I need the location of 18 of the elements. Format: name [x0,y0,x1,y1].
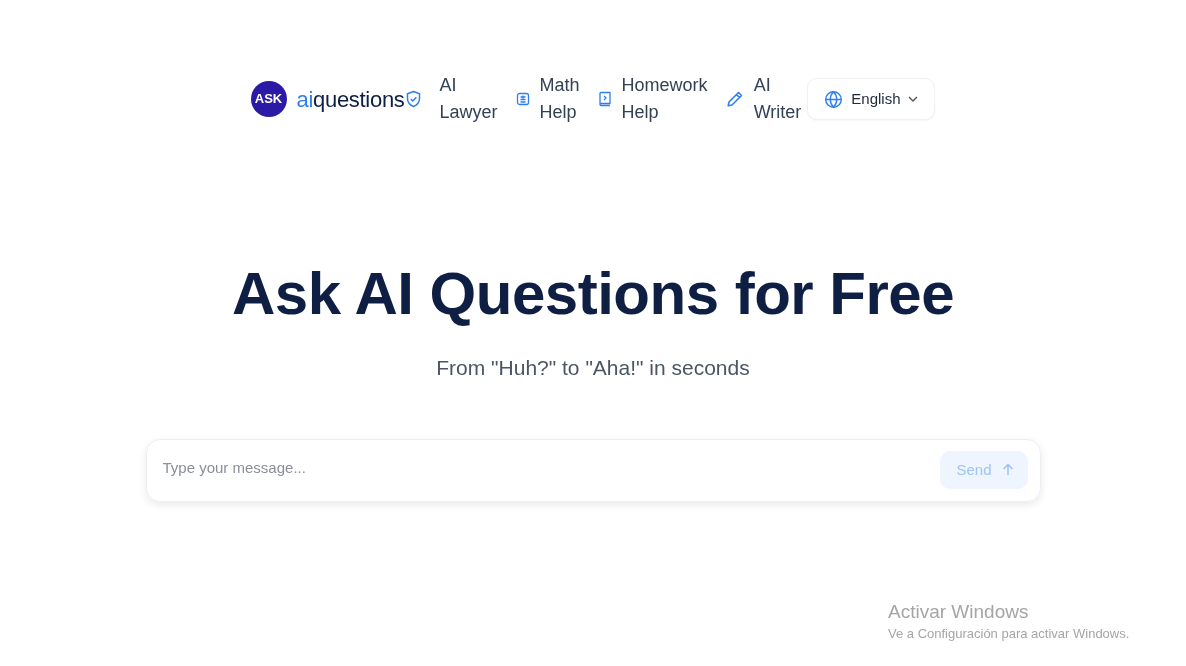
globe-icon [824,89,844,109]
chevron-down-icon [908,96,919,102]
nav-link[interactable]: AI Writer [753,72,802,126]
calculator-icon [515,92,530,106]
logo-wordmark[interactable]: aiquestions [296,82,405,116]
activation-title: Activar Windows [888,600,1030,624]
nav-link[interactable]: Math Help [539,72,580,126]
hero-subtitle: From "Huh?" to "Aha!" in seconds [435,355,751,381]
language-selector[interactable]: English [807,77,936,121]
pencil-icon [725,90,744,108]
nav-link[interactable]: Homework Help [621,72,708,126]
book-icon [597,91,612,107]
activation-message: Ve a Configuración para activar Windows. [888,625,1130,643]
arrow-up-icon [1001,463,1014,477]
logo-badge[interactable]: ASK [250,81,287,117]
nav-link[interactable]: AI Lawyer [439,72,498,126]
shield-check-icon [404,90,422,108]
hero-title: Ask AI Questions for Free [230,259,956,329]
